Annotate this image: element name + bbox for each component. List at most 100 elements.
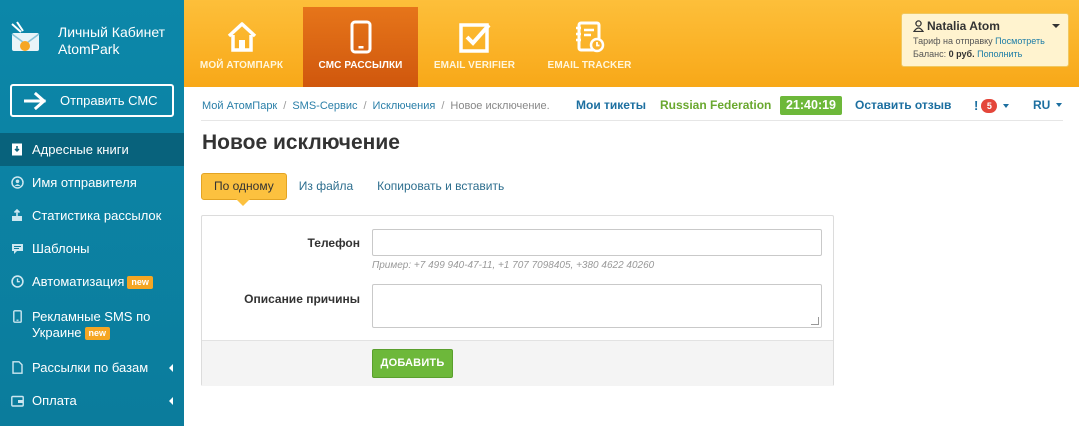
- user-account-box[interactable]: Natalia Atom Тариф на отправку Посмотрет…: [901, 13, 1069, 67]
- exclusion-form: Телефон Пример: +7 499 940-47-11, +1 707…: [201, 215, 834, 386]
- tab-email-verifier[interactable]: EMAIL VERIFIER: [417, 7, 532, 87]
- tab-label: EMAIL TRACKER: [547, 60, 632, 71]
- balance-line: Баланс: 0 руб. Пополнить: [913, 49, 1068, 59]
- add-button[interactable]: ДОБАВИТЬ: [372, 349, 453, 378]
- tab-sms-mailing[interactable]: СМС РАССЫЛКИ: [303, 7, 418, 87]
- phone-input[interactable]: [372, 229, 822, 256]
- tab-email-tracker[interactable]: EMAIL TRACKER: [532, 7, 647, 87]
- sidebar-item-stats[interactable]: Статистика рассылок: [0, 199, 184, 232]
- arrow-right-icon: [24, 91, 47, 110]
- my-tickets-link[interactable]: Мои тикеты: [576, 98, 646, 112]
- balance-label: Баланс:: [913, 49, 947, 59]
- sidebar-nav: Адресные книги Имя отправителя Статистик…: [0, 133, 184, 417]
- sidebar-item-ukraine-sms[interactable]: Рекламные SMS по Украине new: [0, 298, 184, 351]
- phone-label: Телефон: [307, 236, 360, 250]
- brand-title: Личный Кабинет AtomPark: [58, 24, 165, 58]
- new-badge: new: [84, 326, 111, 340]
- breadcrumb-separator: /: [283, 100, 287, 112]
- atompark-logo-icon: [11, 21, 40, 51]
- user-icon: [913, 20, 924, 32]
- send-sms-label: Отправить СМС: [60, 93, 158, 108]
- sidebar-item-sender-name[interactable]: Имя отправителя: [0, 166, 184, 199]
- sidebar-item-label: Имя отправителя: [32, 174, 137, 190]
- top-up-link[interactable]: Пополнить: [977, 49, 1022, 59]
- sidebar-item-templates[interactable]: Шаблоны: [0, 232, 184, 265]
- reason-textarea[interactable]: [372, 284, 822, 328]
- country-link[interactable]: Russian Federation: [660, 98, 771, 112]
- sidebar-item-automation[interactable]: Автоматизация new: [0, 265, 184, 298]
- tariff-view-link[interactable]: Посмотреть: [995, 36, 1045, 46]
- tab-label: МОЙ АТОМПАРК: [199, 60, 284, 71]
- sidebar-item-label: Шаблоны: [32, 240, 90, 256]
- breadcrumb: Мой АтомПарк / SMS-Сервис / Исключения / Новое…: [202, 100, 550, 112]
- brand-line-1: Личный Кабинет: [58, 24, 166, 40]
- sidebar-item-label: Статистика рассылок: [32, 207, 162, 223]
- phone-hint: Пример: +7 499 940-47-11, +1 707 7098405…: [372, 260, 655, 271]
- sidebar-item-label: Оплата: [32, 392, 77, 408]
- home-icon: [226, 20, 258, 54]
- form-footer: ДОБАВИТЬ: [202, 340, 833, 386]
- phone-icon: [350, 20, 372, 54]
- tab-one-by-one[interactable]: По одному: [201, 173, 287, 206]
- sidebar-item-database-mailing[interactable]: Рассылки по базам: [0, 351, 184, 384]
- tab-my-atompark[interactable]: МОЙ АТОМПАРК: [184, 7, 299, 87]
- tariff-label: Тариф на отправку: [913, 36, 993, 46]
- caret-down-icon: [1056, 103, 1063, 107]
- sender-name-icon: [10, 176, 24, 190]
- sidebar-item-label: Адресные книги: [32, 141, 129, 157]
- sidebar-item-label: Рассылки по базам: [32, 359, 149, 375]
- tariff-line: Тариф на отправку Посмотреть: [913, 36, 1068, 46]
- clock-icon: [10, 275, 24, 289]
- sidebar-item-text-line2: Украине: [32, 324, 82, 340]
- sidebar-item-label: Рекламные SMS по Украине new: [32, 309, 150, 341]
- user-name: Natalia Atom: [927, 19, 1000, 33]
- breadcrumb-sms-service[interactable]: SMS-Сервис: [292, 100, 357, 112]
- sidebar-item-payment[interactable]: Оплата: [0, 384, 184, 417]
- tab-copy-paste[interactable]: Копировать и вставить: [365, 173, 516, 200]
- tab-label: EMAIL VERIFIER: [433, 60, 516, 71]
- new-badge: new: [127, 275, 153, 289]
- stats-icon: [10, 209, 24, 223]
- templates-icon: [10, 242, 24, 256]
- brand-line-2: AtomPark: [58, 41, 120, 57]
- tracker-icon: [574, 20, 606, 54]
- breadcrumb-current: Новое исключение.: [450, 100, 550, 112]
- address-book-icon: [10, 143, 24, 157]
- mobile-icon: [10, 309, 24, 323]
- notifications-button[interactable]: ! 5: [974, 98, 1010, 113]
- chevron-left-icon: [169, 396, 173, 405]
- user-menu-toggle[interactable]: Natalia Atom: [913, 19, 1068, 33]
- send-sms-button[interactable]: Отправить СМС: [10, 84, 174, 117]
- brand[interactable]: Личный Кабинет AtomPark: [0, 0, 184, 70]
- caret-down-icon: [1052, 24, 1060, 28]
- sidebar-item-text: Автоматизация: [32, 273, 125, 289]
- notification-count-badge: 5: [981, 98, 998, 113]
- breadcrumb-exclusions[interactable]: Исключения: [373, 100, 436, 112]
- breadcrumb-row: Мой АтомПарк / SMS-Сервис / Исключения / Новое…: [201, 95, 1063, 121]
- reason-label: Описание причины: [244, 292, 360, 306]
- breadcrumb-my-atompark[interactable]: Мой АтомПарк: [202, 100, 277, 112]
- tab-label: СМС РАССЫЛКИ: [318, 60, 403, 71]
- breadcrumb-separator: /: [441, 100, 445, 112]
- tab-from-file[interactable]: Из файла: [287, 173, 365, 200]
- caret-down-icon: [1003, 103, 1010, 108]
- chevron-left-icon: [169, 363, 173, 372]
- sidebar-item-text-line1: Рекламные SMS по: [32, 308, 151, 324]
- leave-feedback-link[interactable]: Оставить отзыв: [855, 98, 951, 112]
- sidebar-item-address-books[interactable]: Адресные книги: [0, 133, 184, 166]
- add-method-tabs: По одному Из файла Копировать и вставить: [201, 173, 516, 206]
- sidebar: Личный Кабинет AtomPark Отправить СМС Ад…: [0, 0, 184, 426]
- page-title: Новое исключение: [202, 131, 400, 154]
- resize-handle-icon[interactable]: [811, 317, 819, 325]
- checkbox-icon: [458, 20, 491, 54]
- language-value: RU: [1033, 98, 1051, 112]
- balance-value: 0 руб.: [948, 49, 975, 59]
- server-clock: 21:40:19: [780, 96, 842, 115]
- sidebar-item-label: Автоматизация new: [32, 274, 153, 290]
- language-selector[interactable]: RU: [1033, 98, 1063, 112]
- top-nav-bar: МОЙ АТОМПАРК СМС РАССЫЛКИ EMAIL VERIFIER…: [184, 0, 1079, 87]
- document-icon: [10, 361, 24, 375]
- exclamation-icon: !: [974, 98, 979, 113]
- wallet-icon: [10, 394, 24, 408]
- breadcrumb-separator: /: [363, 100, 367, 112]
